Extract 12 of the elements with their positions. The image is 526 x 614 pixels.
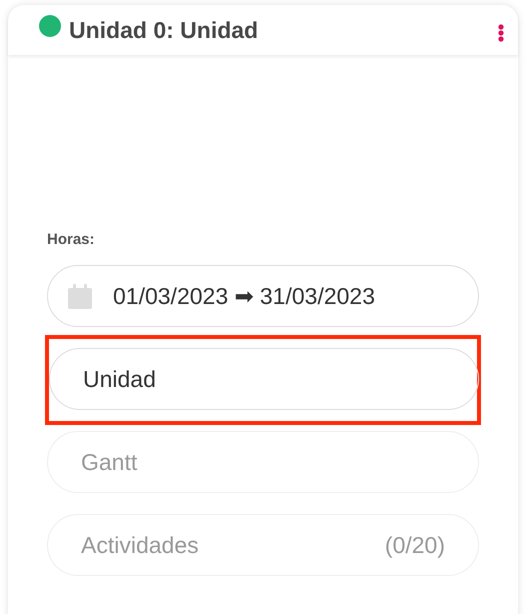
row-count: (0/20) [384,532,445,558]
status-dot [39,15,61,37]
row-label: Actividades [80,532,199,558]
field-row[interactable]: 01/03/2023 ➡ 31/03/2023 [47,265,479,327]
section-label: Horas: [47,231,96,248]
row-label: Unidad [82,366,156,392]
card-title: Unidad 0: Unidad [69,16,260,44]
row-label: Gantt [80,448,138,476]
calendar-icon [68,284,92,308]
field-row[interactable]: Unidad [49,348,479,410]
date-range: 01/03/2023 ➡ 31/03/2023 [113,282,376,310]
more-menu-icon[interactable] [498,24,504,42]
